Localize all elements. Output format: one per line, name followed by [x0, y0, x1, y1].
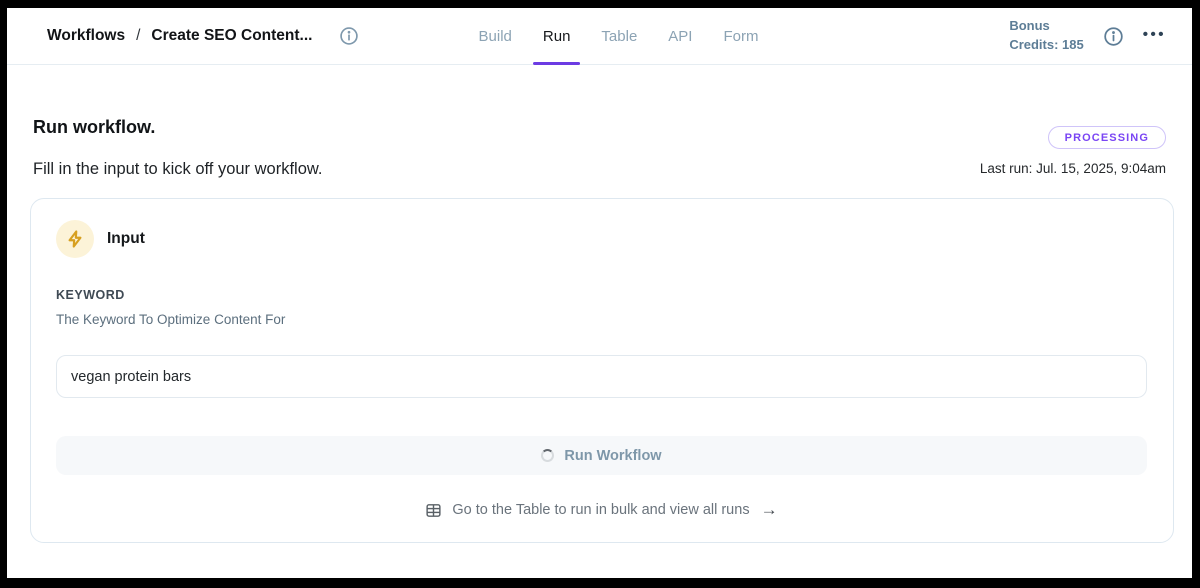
- page-subtitle: Fill in the input to kick off your workf…: [33, 158, 322, 180]
- tab-api[interactable]: API: [668, 8, 692, 64]
- spinner-icon: [541, 449, 554, 462]
- input-card: Input KEYWORD The Keyword To Optimize Co…: [30, 198, 1174, 543]
- zap-icon: [56, 220, 94, 258]
- workflow-info-icon[interactable]: [339, 26, 359, 46]
- top-bar: Workflows / Create SEO Content... Build …: [7, 8, 1192, 65]
- run-workflow-button-label: Run Workflow: [564, 448, 661, 464]
- run-hero: Run workflow. Fill in the input to kick …: [33, 117, 1166, 180]
- page-title: Run workflow.: [33, 117, 322, 137]
- input-card-header: Input: [56, 220, 1147, 258]
- breadcrumb-separator: /: [136, 27, 140, 45]
- tab-bar: Build Run Table API Form: [479, 8, 759, 64]
- go-to-table-link-label: Go to the Table to run in bulk and view …: [452, 502, 749, 518]
- bonus-credits: Bonus Credits: 185: [1009, 17, 1083, 55]
- bonus-credits-line2: Credits: 185: [1009, 36, 1083, 55]
- bonus-credits-line1: Bonus: [1009, 17, 1083, 36]
- breadcrumb: Workflows / Create SEO Content...: [47, 26, 359, 46]
- status-badge: PROCESSING: [1048, 126, 1166, 149]
- hero-left: Run workflow. Fill in the input to kick …: [33, 117, 322, 180]
- last-run-timestamp: Last run: Jul. 15, 2025, 9:04am: [980, 161, 1166, 176]
- hero-right: PROCESSING Last run: Jul. 15, 2025, 9:04…: [980, 126, 1166, 176]
- tab-build[interactable]: Build: [479, 8, 512, 64]
- input-section-title: Input: [107, 230, 145, 248]
- tab-table[interactable]: Table: [601, 8, 637, 64]
- header-right-cluster: Bonus Credits: 185 •••: [1009, 17, 1166, 55]
- run-workflow-button[interactable]: Run Workflow: [56, 436, 1147, 475]
- overflow-menu-icon[interactable]: •••: [1143, 26, 1166, 47]
- breadcrumb-current-workflow: Create SEO Content...: [151, 27, 312, 45]
- app-window: Workflows / Create SEO Content... Build …: [7, 8, 1192, 578]
- go-to-table-link[interactable]: Go to the Table to run in bulk and view …: [56, 500, 1147, 520]
- keyword-field-label: KEYWORD: [56, 288, 1147, 302]
- breadcrumb-workflows[interactable]: Workflows: [47, 27, 125, 45]
- tab-run[interactable]: Run: [543, 8, 571, 64]
- keyword-field-description: The Keyword To Optimize Content For: [56, 312, 1147, 327]
- credits-info-icon[interactable]: [1103, 26, 1124, 47]
- tab-form[interactable]: Form: [723, 8, 758, 64]
- arrow-right-icon: →: [761, 500, 778, 520]
- table-icon: [425, 502, 442, 519]
- keyword-input[interactable]: [56, 355, 1147, 398]
